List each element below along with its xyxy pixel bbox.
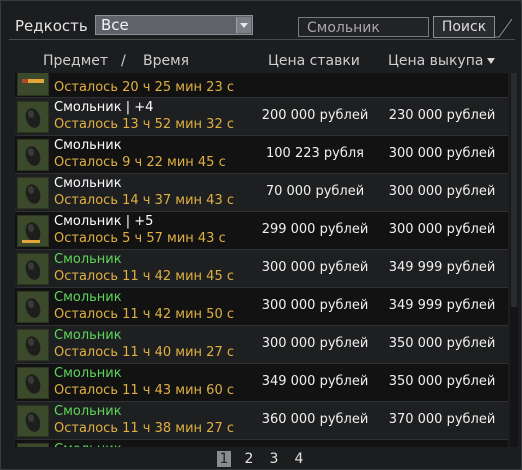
item-thumbnail xyxy=(17,443,49,447)
lot-row[interactable]: Смольник Осталось 11 ч 43 мин 60 с 349 000… xyxy=(15,364,508,402)
lot-row[interactable]: Смольник375 000 рублей380 000 рублей xyxy=(15,440,508,447)
item-thumbnail xyxy=(17,215,49,247)
time-remaining: Осталось 11 ч 42 мин 45 с xyxy=(54,269,234,284)
bid-price: 200 000 рублей xyxy=(261,108,369,123)
table-header: Предмет / Время Цена ставки Цена выкупа xyxy=(15,53,508,73)
item-thumbnail xyxy=(17,291,49,323)
bid-price: 299 000 рублей xyxy=(261,222,369,237)
rock-artifact-icon xyxy=(25,184,41,204)
lot-row[interactable]: Смольник Осталось 11 ч 42 мин 50 с 300 000… xyxy=(15,288,508,326)
item-thumbnail xyxy=(17,177,49,209)
item-thumbnail xyxy=(17,139,49,171)
time-remaining: Осталось 11 ч 40 мин 27 с xyxy=(54,345,234,360)
buyout-price: 349 999 рублей xyxy=(388,260,496,275)
buyout-price: 349 999 рублей xyxy=(388,298,496,313)
bid-price: 300 000 рублей xyxy=(261,336,369,351)
lot-row[interactable]: Смольник Осталось 11 ч 40 мин 27 с 300 000… xyxy=(15,326,508,364)
item-thumbnail xyxy=(17,367,49,399)
stock-bar-icon xyxy=(22,79,44,83)
item-name: Смольник xyxy=(54,138,122,153)
bid-price: 360 000 рублей xyxy=(261,412,369,427)
item-name: Смольник xyxy=(54,290,122,305)
rock-artifact-icon xyxy=(25,412,41,432)
time-remaining: Осталось 20 ч 25 мин 23 с xyxy=(54,80,234,95)
column-time[interactable]: Время xyxy=(143,53,189,69)
buyout-price: 350 000 рублей xyxy=(388,374,496,389)
lot-row[interactable]: Смольник Осталось 14 ч 37 мин 43 с 70 000 … xyxy=(15,174,508,212)
divider xyxy=(9,39,515,40)
item-name: Смольник xyxy=(54,366,122,381)
item-name: Смольник xyxy=(54,176,122,191)
column-item[interactable]: Предмет xyxy=(43,53,108,69)
scrollbar-thumb[interactable] xyxy=(511,73,517,307)
lot-row[interactable]: Смольник | +5 Осталось 5 ч 57 мин 43 с 299… xyxy=(15,212,508,250)
filter-bar: Редкость Все Поиск xyxy=(7,11,515,45)
time-remaining: Осталось 14 ч 37 мин 43 с xyxy=(54,193,234,208)
item-name: Смольник | +4 xyxy=(54,100,154,115)
buyout-price: 225 000 рублей xyxy=(377,73,507,74)
time-remaining: Осталось 11 ч 43 мин 60 с xyxy=(54,383,234,398)
rock-artifact-icon xyxy=(18,444,50,447)
search-input[interactable] xyxy=(298,17,429,37)
rock-artifact-icon xyxy=(22,222,41,243)
column-bid[interactable]: Цена ставки xyxy=(268,53,360,69)
page-link[interactable]: 1 xyxy=(217,451,231,467)
column-separator: / xyxy=(121,53,126,69)
item-thumbnail xyxy=(17,253,49,285)
rock-artifact-icon xyxy=(25,260,41,280)
item-thumbnail xyxy=(17,405,49,437)
page-link[interactable]: 4 xyxy=(292,451,306,467)
auction-window: Редкость Все Поиск Предмет / Время Цена … xyxy=(0,0,522,470)
item-thumbnail xyxy=(17,101,49,133)
bid-price: 300 000 рублей xyxy=(261,298,369,313)
lot-row[interactable]: Осталось 20 ч 25 мин 23 с 200 000 рублей2… xyxy=(15,73,508,98)
chevron-down-icon xyxy=(236,17,251,33)
time-remaining: Осталось 11 ч 38 мин 27 с xyxy=(54,421,234,436)
search-button[interactable]: Поиск xyxy=(433,16,495,38)
bid-price: 200 000 рублей xyxy=(245,73,385,74)
buyout-price: 370 000 рублей xyxy=(388,412,496,427)
page-link[interactable]: 3 xyxy=(267,451,281,467)
column-buyout[interactable]: Цена выкупа xyxy=(388,53,496,69)
buyout-price: 300 000 рублей xyxy=(388,146,496,161)
rarity-selected-value: Все xyxy=(101,16,129,34)
buyout-price: 230 000 рублей xyxy=(388,108,496,123)
bid-price: 300 000 рублей xyxy=(261,260,369,275)
bid-price: 349 000 рублей xyxy=(261,374,369,389)
lots-table: Осталось 20 ч 25 мин 23 с200 000 рублей2… xyxy=(15,73,508,447)
item-name: Смольник xyxy=(54,404,122,419)
bid-price: 100 223 рубля xyxy=(266,146,364,161)
rock-artifact-icon xyxy=(25,374,41,394)
page-link[interactable]: 2 xyxy=(242,451,256,467)
tab-corner-icon xyxy=(495,18,513,38)
lot-row[interactable]: Смольник | +4 Осталось 13 ч 52 мин 32 с 20… xyxy=(15,98,508,136)
buyout-price: 350 000 рублей xyxy=(388,336,496,351)
item-name: Смольник | +5 xyxy=(54,214,154,229)
lot-row[interactable]: Смольник Осталось 11 ч 42 мин 45 с 300 000… xyxy=(15,250,508,288)
item-name: Смольник xyxy=(54,328,122,343)
time-remaining: Осталось 13 ч 52 мин 32 с xyxy=(54,117,234,132)
bid-price: 70 000 рублей xyxy=(265,184,365,199)
time-remaining: Осталось 11 ч 42 мин 50 с xyxy=(54,307,234,322)
sort-desc-icon xyxy=(487,58,496,64)
column-buyout-label: Цена выкупа xyxy=(388,53,484,69)
rock-artifact-icon xyxy=(25,108,41,128)
rock-artifact-icon xyxy=(25,146,41,166)
item-name: Смольник xyxy=(54,442,122,447)
rock-artifact-icon xyxy=(25,336,41,356)
rock-artifact-icon xyxy=(25,298,41,318)
item-thumbnail xyxy=(17,73,49,96)
rarity-label: Редкость xyxy=(15,17,88,35)
time-remaining: Осталось 5 ч 57 мин 43 с xyxy=(54,231,226,246)
scrollbar[interactable] xyxy=(510,73,518,447)
item-name: Смольник xyxy=(54,252,122,267)
buyout-price: 300 000 рублей xyxy=(388,222,496,237)
rarity-dropdown[interactable]: Все xyxy=(95,15,253,35)
lots-list: Осталось 20 ч 25 мин 23 с200 000 рублей2… xyxy=(15,73,508,447)
lot-row[interactable]: Смольник Осталось 9 ч 22 мин 45 с 100 223 … xyxy=(15,136,508,174)
time-remaining: Осталось 9 ч 22 мин 45 с xyxy=(54,155,226,170)
lot-row[interactable]: Смольник Осталось 11 ч 38 мин 27 с 360 000… xyxy=(15,402,508,440)
item-thumbnail xyxy=(17,329,49,361)
buyout-price: 300 000 рублей xyxy=(388,184,496,199)
